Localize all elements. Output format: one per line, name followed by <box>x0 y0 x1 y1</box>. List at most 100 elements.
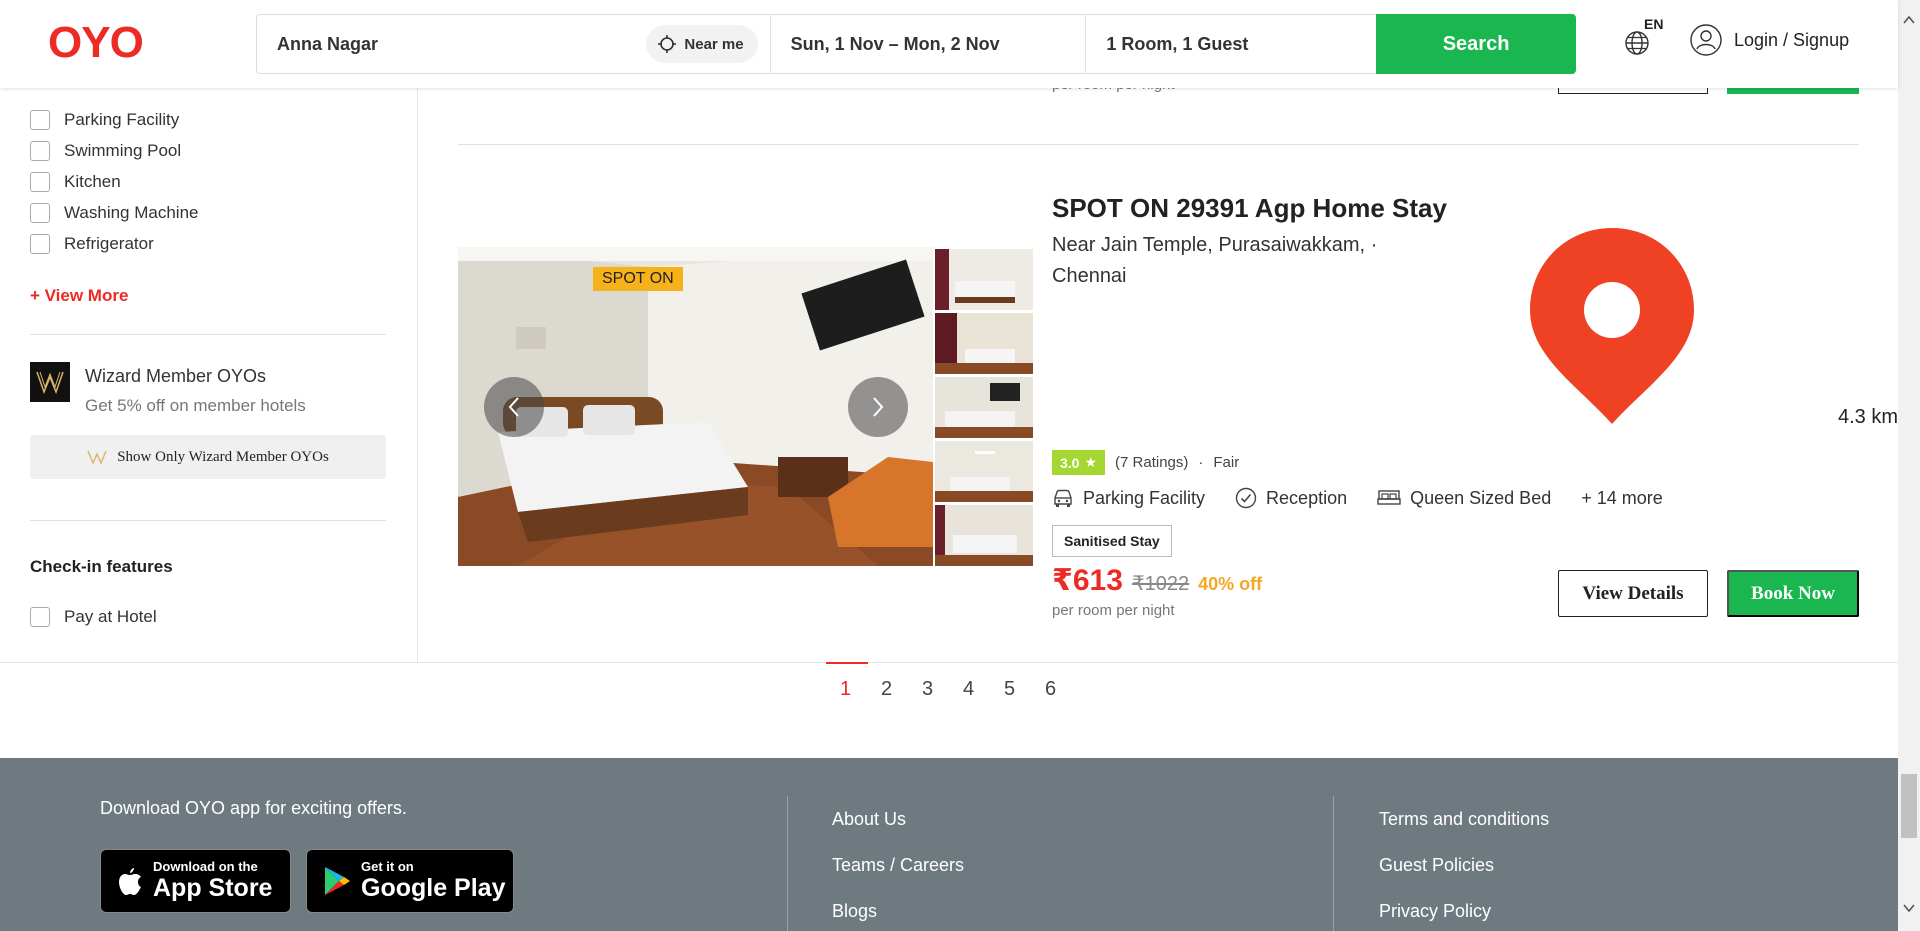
footer-separator <box>1333 796 1334 931</box>
checkbox[interactable] <box>30 110 50 130</box>
thumbnail-image <box>935 313 1033 374</box>
filter-label: Pay at Hotel <box>64 607 157 626</box>
filter-washing-machine[interactable]: Washing Machine <box>30 203 199 223</box>
page-link-6[interactable]: 6 <box>1045 678 1056 701</box>
wizard-subtitle: Get 5% off on member hotels <box>85 396 306 415</box>
room-guest-picker[interactable]: 1 Room, 1 Guest <box>1086 15 1376 73</box>
distance-label: 4.3 km <box>1838 406 1899 428</box>
top-header: OYO Anna Nagar Near me Sun, 1 Nov – Mon,… <box>0 0 1898 88</box>
google-play-button[interactable]: Get it on Google Play <box>306 849 514 913</box>
wizard-logo <box>30 362 70 402</box>
rating-row: 3.0 ★ (7 Ratings) · Fair <box>1052 450 1239 475</box>
pagination-divider <box>0 662 1898 663</box>
bed-icon <box>1377 490 1401 505</box>
near-me-button[interactable]: Near me <box>646 25 758 63</box>
about-us-link[interactable]: About Us <box>832 809 906 830</box>
search-button[interactable]: Search <box>1376 14 1576 74</box>
photo-thumbnail[interactable] <box>935 313 1033 374</box>
star-icon: ★ <box>1084 454 1098 470</box>
rating-label: Fair <box>1213 454 1240 471</box>
checkbox[interactable] <box>30 607 50 627</box>
page-scrollbar[interactable] <box>1898 0 1920 931</box>
photo-thumbnail[interactable] <box>935 505 1033 566</box>
footer-separator <box>787 796 788 931</box>
google-play-small: Get it on <box>361 859 414 874</box>
filter-pay-at-hotel[interactable]: Pay at Hotel <box>30 607 157 627</box>
sanitised-stay-badge: Sanitised Stay <box>1052 525 1172 557</box>
original-price: ₹1022 <box>1131 573 1190 595</box>
wizard-w-icon <box>36 371 64 395</box>
scroll-down-icon[interactable] <box>1903 902 1915 914</box>
wizard-w-icon <box>87 450 107 465</box>
guest-policies-link[interactable]: Guest Policies <box>1379 855 1494 876</box>
scroll-up-icon[interactable] <box>1903 14 1915 26</box>
discount-label: 40% off <box>1198 574 1263 594</box>
page-link-3[interactable]: 3 <box>922 678 933 701</box>
oyo-logo[interactable]: OYO <box>48 18 144 68</box>
terms-link[interactable]: Terms and conditions <box>1379 809 1549 830</box>
filter-label: Swimming Pool <box>64 141 182 160</box>
hotel-name[interactable]: SPOT ON 29391 Agp Home Stay <box>1052 193 1447 224</box>
amenity-parking: Parking Facility <box>1052 488 1205 509</box>
blogs-link[interactable]: Blogs <box>832 901 877 922</box>
location-input[interactable]: Anna Nagar Near me <box>257 15 771 73</box>
car-icon <box>1054 489 1072 507</box>
careers-link[interactable]: Teams / Careers <box>832 855 964 876</box>
checkbox[interactable] <box>30 141 50 161</box>
near-me-label: Near me <box>684 35 744 53</box>
language-selector[interactable]: EN <box>1622 14 1672 74</box>
hotel-main-photo[interactable]: SPOT ON <box>458 247 933 566</box>
filter-label: Washing Machine <box>64 203 199 222</box>
page: OYO Anna Nagar Near me Sun, 1 Nov – Mon,… <box>0 0 1920 931</box>
book-now-button[interactable]: Book Now <box>1727 570 1859 617</box>
amenity-label: Queen Sized Bed <box>1410 487 1552 508</box>
amenities-row: Parking Facility Reception Queen Sized B… <box>1052 487 1663 509</box>
more-amenities-link[interactable]: + 14 more <box>1581 488 1663 509</box>
checkbox[interactable] <box>30 172 50 192</box>
filter-kitchen[interactable]: Kitchen <box>30 172 121 192</box>
scrollbar-thumb[interactable] <box>1901 774 1917 838</box>
checkbox[interactable] <box>30 203 50 223</box>
divider <box>30 520 386 521</box>
price-row: ₹613 ₹1022 40% off <box>1052 563 1262 598</box>
page-link-5[interactable]: 5 <box>1004 678 1015 701</box>
view-details-button[interactable]: View Details <box>1558 570 1708 617</box>
crosshair-icon <box>658 35 677 53</box>
location-value: Anna Nagar <box>277 33 379 54</box>
thumbnail-image <box>935 505 1033 566</box>
show-wizard-button[interactable]: Show Only Wizard Member OYOs <box>30 435 386 479</box>
page-link-4[interactable]: 4 <box>963 678 974 701</box>
filter-refrigerator[interactable]: Refrigerator <box>30 234 154 254</box>
amenity-reception: Reception <box>1235 487 1347 509</box>
view-more-link[interactable]: + View More <box>30 286 128 306</box>
photo-thumbnail[interactable] <box>935 249 1033 310</box>
address-line: Near Jain Temple, Purasaiwakkam, · <box>1052 234 1378 256</box>
thumbnail-image <box>935 249 1033 310</box>
filter-parking[interactable]: Parking Facility <box>30 110 179 130</box>
map-pin-icon <box>1530 228 1694 424</box>
filter-swimming-pool[interactable]: Swimming Pool <box>30 141 181 161</box>
photo-thumbnail[interactable] <box>935 441 1033 502</box>
globe-icon <box>1625 31 1649 55</box>
app-store-big: App Store <box>153 874 273 902</box>
next-photo-button[interactable] <box>848 377 908 437</box>
user-icon <box>1690 24 1722 56</box>
page-link-1[interactable]: 1 <box>840 678 851 701</box>
photo-thumbnail[interactable] <box>935 377 1033 438</box>
check-circle-icon <box>1235 487 1257 509</box>
privacy-policy-link[interactable]: Privacy Policy <box>1379 901 1491 922</box>
google-play-icon <box>325 867 350 895</box>
login-signup-link[interactable]: Login / Signup <box>1690 24 1849 56</box>
page-link-2[interactable]: 2 <box>881 678 892 701</box>
app-store-small: Download on the <box>153 859 258 874</box>
app-store-button[interactable]: Download on the App Store <box>100 849 291 913</box>
active-page-indicator <box>826 662 868 664</box>
download-app-text: Download OYO app for exciting offers. <box>100 798 407 818</box>
show-wizard-label: Show Only Wizard Member OYOs <box>117 448 329 465</box>
checkbox[interactable] <box>30 234 50 254</box>
prev-photo-button[interactable] <box>484 377 544 437</box>
rating-badge: 3.0 ★ <box>1052 450 1106 475</box>
filter-label: Parking Facility <box>64 110 180 129</box>
date-range-picker[interactable]: Sun, 1 Nov – Mon, 2 Nov <box>771 15 1087 73</box>
address-line: Chennai <box>1052 265 1127 287</box>
